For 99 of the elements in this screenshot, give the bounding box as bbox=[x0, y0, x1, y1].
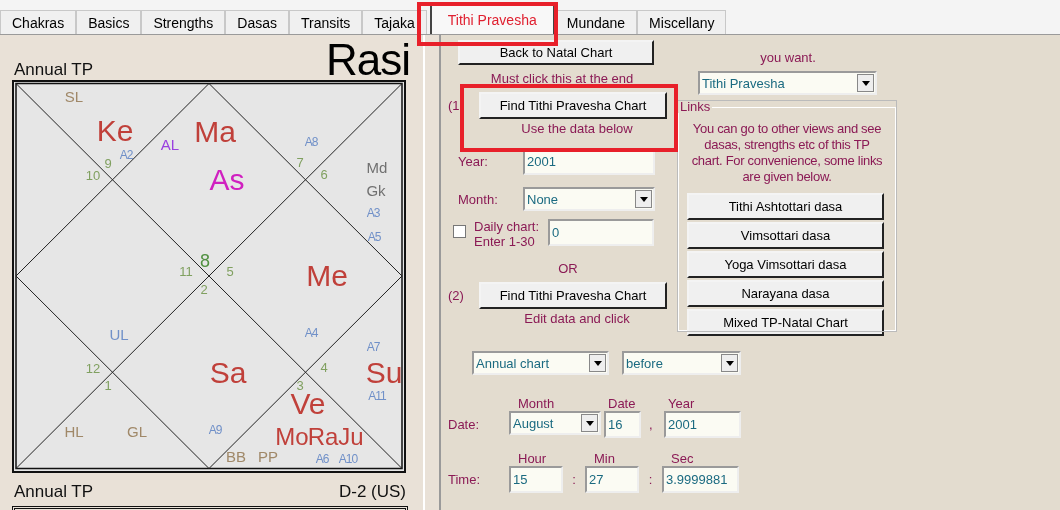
sign-number: 11 bbox=[179, 263, 193, 279]
caret-icon bbox=[857, 74, 874, 92]
chart-name: D-2 (US) bbox=[338, 483, 406, 501]
info-text: You can go to other views and see dasas, strengths etc of this TP chart. For convenience, some links are given below. bbox=[690, 121, 884, 185]
separator-text: : bbox=[571, 472, 577, 487]
input-field[interactable]: 0 bbox=[548, 219, 654, 246]
input-field[interactable]: 2001 bbox=[664, 411, 741, 438]
dropdown[interactable]: Annual chart bbox=[472, 351, 609, 375]
arudha-label: A6 bbox=[315, 452, 329, 466]
arudha-label: A11 bbox=[368, 389, 386, 403]
caret-icon bbox=[589, 354, 606, 372]
point-label: UL bbox=[109, 325, 129, 343]
point-label: PP bbox=[258, 447, 278, 465]
field-caption: Date bbox=[607, 397, 637, 411]
point-label: SL bbox=[64, 87, 84, 105]
point-label: BB bbox=[226, 447, 246, 465]
field-caption: Min bbox=[593, 452, 616, 466]
sign-number: 6 bbox=[320, 166, 328, 182]
checkbox[interactable] bbox=[453, 225, 466, 238]
link-button[interactable]: Mixed TP-Natal Chart bbox=[687, 309, 884, 336]
tab[interactable]: Transits bbox=[289, 10, 363, 34]
caret-icon bbox=[721, 354, 738, 372]
instruction-text: Edit data and click bbox=[523, 311, 631, 326]
arudha-label: A4 bbox=[304, 326, 318, 340]
arudha-label: A2 bbox=[119, 148, 133, 162]
sign-number: 2 bbox=[200, 281, 208, 297]
checkbox-label: Daily chart: Enter 1-30 bbox=[474, 219, 541, 249]
planet-label: Ju bbox=[338, 422, 364, 450]
sign-number: 5 bbox=[226, 263, 234, 279]
field-label: Time: bbox=[448, 472, 482, 487]
chart-title: Annual TP bbox=[14, 483, 94, 501]
chart-title: Annual TP bbox=[13, 59, 94, 80]
find-chart-button[interactable]: Find Tithi Pravesha Chart bbox=[479, 282, 667, 309]
planet-label: Sa bbox=[209, 355, 247, 389]
input-field[interactable]: 15 bbox=[509, 466, 563, 493]
dropdown[interactable]: None bbox=[523, 187, 655, 211]
sign-number: 10 bbox=[85, 167, 101, 183]
dropdown[interactable]: Tithi Pravesha bbox=[698, 71, 877, 95]
planet-label: Su bbox=[365, 355, 403, 389]
instruction-text: Must click this at the end bbox=[489, 71, 635, 86]
step-marker: (2) bbox=[448, 288, 465, 303]
instruction-text: Use the data below bbox=[520, 121, 634, 136]
sign-number: 1 bbox=[104, 377, 112, 393]
caret-icon bbox=[581, 414, 598, 432]
tab[interactable]: Basics bbox=[76, 10, 142, 34]
planet-label: Ra bbox=[307, 422, 339, 450]
dropdown[interactable]: before bbox=[622, 351, 741, 375]
field-caption: Hour bbox=[517, 452, 548, 466]
sign-number: 9 bbox=[104, 155, 112, 171]
find-chart-button[interactable]: Find Tithi Pravesha Chart bbox=[479, 92, 667, 119]
tab[interactable]: Tithi Pravesha bbox=[429, 4, 555, 34]
arudha-label: A9 bbox=[208, 423, 222, 437]
point-label: Gk bbox=[366, 181, 386, 199]
sign-number: 4 bbox=[320, 359, 328, 375]
separator-text: : bbox=[647, 472, 654, 487]
point-label: HL bbox=[64, 422, 84, 440]
planet-label: Mo bbox=[275, 422, 309, 450]
tab[interactable]: Strengths bbox=[141, 10, 226, 34]
arudha-label: A5 bbox=[367, 230, 381, 244]
sign-number: 8 bbox=[200, 251, 210, 271]
arudha-label: A8 bbox=[304, 135, 318, 149]
arudha-label: A7 bbox=[366, 340, 380, 354]
planet-label: Me bbox=[306, 258, 348, 292]
sign-number: 7 bbox=[296, 154, 304, 170]
point-label: AL bbox=[160, 135, 180, 153]
tab[interactable]: Tajaka bbox=[362, 10, 427, 34]
field-caption: Year bbox=[667, 397, 696, 411]
input-field[interactable]: 16 bbox=[604, 411, 641, 438]
caret-icon bbox=[635, 190, 652, 208]
chart-name: Rasi bbox=[325, 38, 410, 82]
field-caption: Month bbox=[517, 397, 556, 411]
or-label: OR bbox=[557, 261, 579, 276]
separator-text: , bbox=[649, 417, 653, 432]
planet-label: Ke bbox=[96, 113, 134, 147]
sign-number: 12 bbox=[85, 360, 101, 376]
tab[interactable]: Chakras bbox=[0, 10, 77, 34]
dropdown[interactable]: August bbox=[509, 411, 601, 435]
point-label: Md bbox=[366, 158, 388, 176]
input-field[interactable]: 27 bbox=[585, 466, 639, 493]
arudha-label: A10 bbox=[338, 452, 358, 466]
back-button[interactable]: Back to Natal Chart bbox=[458, 40, 654, 65]
field-label: Date: bbox=[448, 417, 481, 432]
link-button[interactable]: Yoga Vimsottari dasa bbox=[687, 251, 884, 278]
link-button[interactable]: Vimsottari dasa bbox=[687, 222, 884, 249]
field-label: Month: bbox=[457, 191, 499, 207]
step-marker: (1 bbox=[448, 98, 461, 113]
tab[interactable]: Miscellany bbox=[637, 10, 727, 34]
instruction-text: you want. bbox=[759, 50, 817, 65]
point-label: GL bbox=[127, 422, 147, 440]
field-label: Year: bbox=[457, 154, 489, 169]
input-field[interactable]: 3.9999881 bbox=[662, 466, 739, 493]
field-caption: Sec bbox=[670, 452, 695, 466]
group-title: Links bbox=[679, 101, 712, 113]
link-button[interactable]: Tithi Ashtottari dasa bbox=[687, 193, 884, 220]
planet-label: As bbox=[209, 162, 245, 196]
tab[interactable]: Dasas bbox=[225, 10, 289, 34]
planet-label: Ma bbox=[194, 114, 236, 148]
link-button[interactable]: Narayana dasa bbox=[687, 280, 884, 307]
arudha-label: A3 bbox=[366, 206, 380, 220]
